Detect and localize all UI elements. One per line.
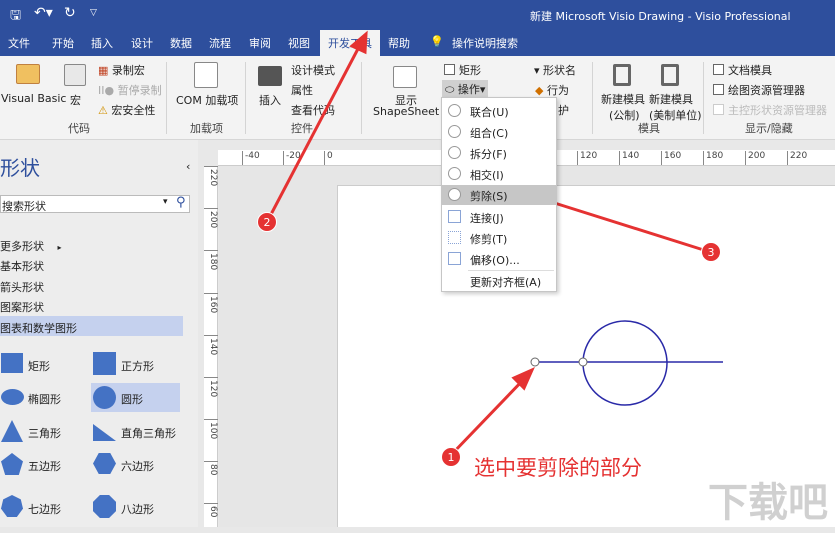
line-endpoint-handle[interactable] <box>578 357 588 367</box>
arrow-1 <box>449 376 527 457</box>
join-icon <box>448 210 461 223</box>
menu-item-fragment[interactable]: 拆分(F) <box>442 143 556 163</box>
arrow-3 <box>544 198 711 254</box>
drawing-overlay <box>265 30 723 457</box>
subtract-icon <box>448 188 461 201</box>
menu-item-union[interactable]: 联合(U) <box>442 101 556 121</box>
fragment-icon <box>448 146 461 159</box>
menu-item-subtract[interactable]: 剪除(S) <box>442 185 556 205</box>
menu-item-join[interactable]: 连接(J) <box>442 207 556 227</box>
arrow-2-head <box>349 30 368 55</box>
operations-menu: 联合(U) 组合(C) 拆分(F) 相交(I) 剪除(S) 连接(J) 修剪(T… <box>441 97 557 292</box>
menu-item-trim[interactable]: 修剪(T) <box>442 228 556 248</box>
arrow-2 <box>265 44 362 223</box>
watermark: 下载吧 <box>708 480 828 526</box>
step-badge-2: 2 <box>257 212 277 232</box>
circle-shape[interactable] <box>582 320 668 406</box>
union-icon <box>448 104 461 117</box>
step-badge-3: 3 <box>701 242 721 262</box>
menu-item-intersect[interactable]: 相交(I) <box>442 164 556 184</box>
offset-icon <box>448 252 461 265</box>
menu-item-combine[interactable]: 组合(C) <box>442 122 556 142</box>
step-badge-1: 1 <box>441 447 461 467</box>
intersect-icon <box>448 167 461 180</box>
annotation-text: 选中要剪除的部分 <box>474 456 642 480</box>
line-endpoint-handle[interactable] <box>530 357 540 367</box>
menu-item-update-alignment-box[interactable]: 更新对齐框(A) <box>442 271 556 291</box>
trim-icon <box>448 231 461 244</box>
combine-icon <box>448 125 461 138</box>
menu-item-offset[interactable]: 偏移(O)... <box>442 249 556 269</box>
